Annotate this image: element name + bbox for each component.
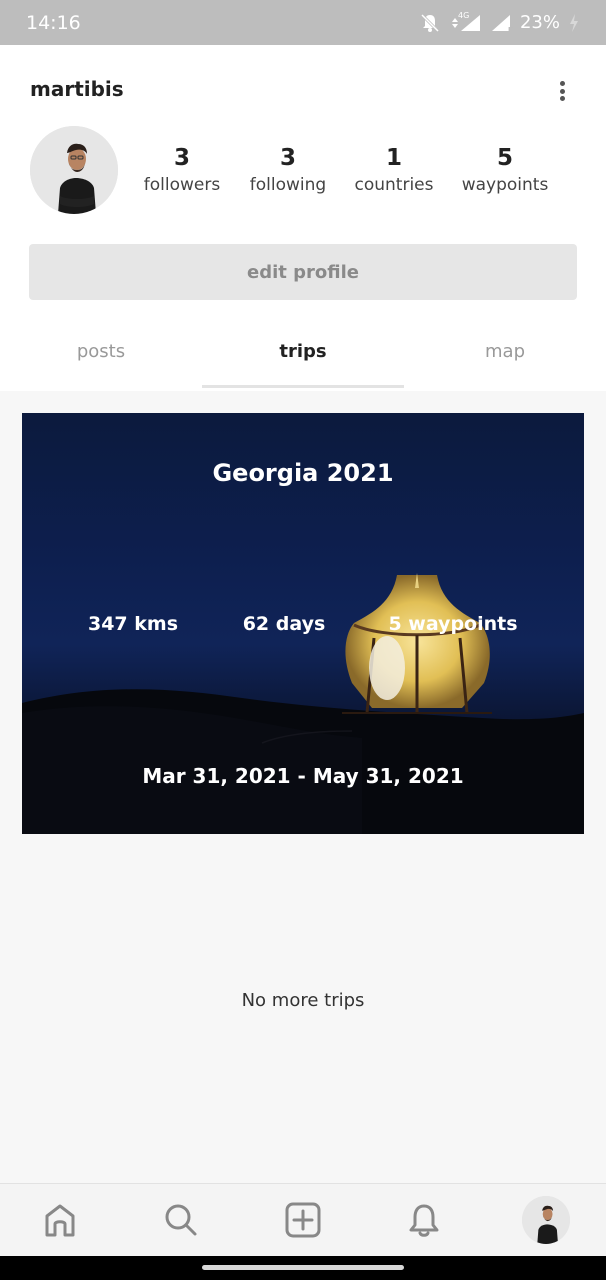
search-icon[interactable] — [157, 1196, 205, 1244]
bell-off-icon — [420, 13, 440, 33]
roaming-badge: R — [507, 25, 514, 35]
stat-waypoints[interactable]: 5 waypoints — [445, 143, 565, 197]
edit-profile-button[interactable]: edit profile — [29, 244, 577, 300]
signal-roaming-icon: R — [490, 13, 514, 35]
stat-label: waypoints — [461, 175, 549, 195]
status-icons: 4G R 23% — [420, 10, 580, 35]
stat-value: 3 — [173, 145, 190, 171]
trip-card[interactable]: Georgia 2021 347 kms 62 days 5 waypoints… — [22, 413, 584, 834]
bell-icon[interactable] — [400, 1196, 448, 1244]
tab-posts[interactable]: posts — [0, 341, 202, 362]
more-options-icon[interactable] — [552, 79, 572, 103]
tab-trips[interactable]: trips — [202, 341, 404, 362]
bottom-nav — [0, 1183, 606, 1256]
no-more-trips-message: No more trips — [241, 990, 365, 1011]
stat-countries[interactable]: 1 countries — [334, 143, 454, 197]
username: martibis — [30, 77, 124, 101]
trip-waypoints: 5 waypoints — [388, 613, 518, 635]
status-time: 14:16 — [26, 11, 81, 34]
stat-value: 1 — [385, 145, 402, 171]
stat-label: following — [249, 175, 327, 195]
home-icon[interactable] — [36, 1196, 84, 1244]
avatar[interactable] — [30, 126, 118, 214]
stat-value: 3 — [279, 145, 296, 171]
stat-label: countries — [354, 175, 434, 195]
battery-icon — [568, 13, 580, 33]
trip-duration: 62 days — [242, 613, 326, 635]
stat-followers[interactable]: 3 followers — [122, 143, 242, 197]
stat-value: 5 — [496, 145, 513, 171]
battery-percent: 23% — [519, 12, 560, 33]
trip-title: Georgia 2021 — [212, 459, 394, 487]
profile-avatar-tab[interactable] — [522, 1196, 570, 1244]
stat-label: followers — [143, 175, 221, 195]
add-icon[interactable] — [279, 1196, 327, 1244]
data-arrows-icon: 4G — [448, 10, 482, 33]
trip-dates: Mar 31, 2021 - May 31, 2021 — [142, 764, 464, 788]
avatar — [522, 1196, 570, 1244]
stat-following[interactable]: 3 following — [228, 143, 348, 197]
tab-map[interactable]: map — [404, 341, 606, 362]
status-bar: 14:16 4G R 23% — [0, 0, 606, 45]
profile-header: martibis 3 followers 3 following 1 count… — [0, 45, 606, 391]
home-gesture-handle[interactable] — [202, 1265, 404, 1270]
gesture-bar — [0, 1256, 606, 1280]
network-badge: 4G — [457, 10, 470, 20]
tab-indicator — [202, 385, 404, 388]
